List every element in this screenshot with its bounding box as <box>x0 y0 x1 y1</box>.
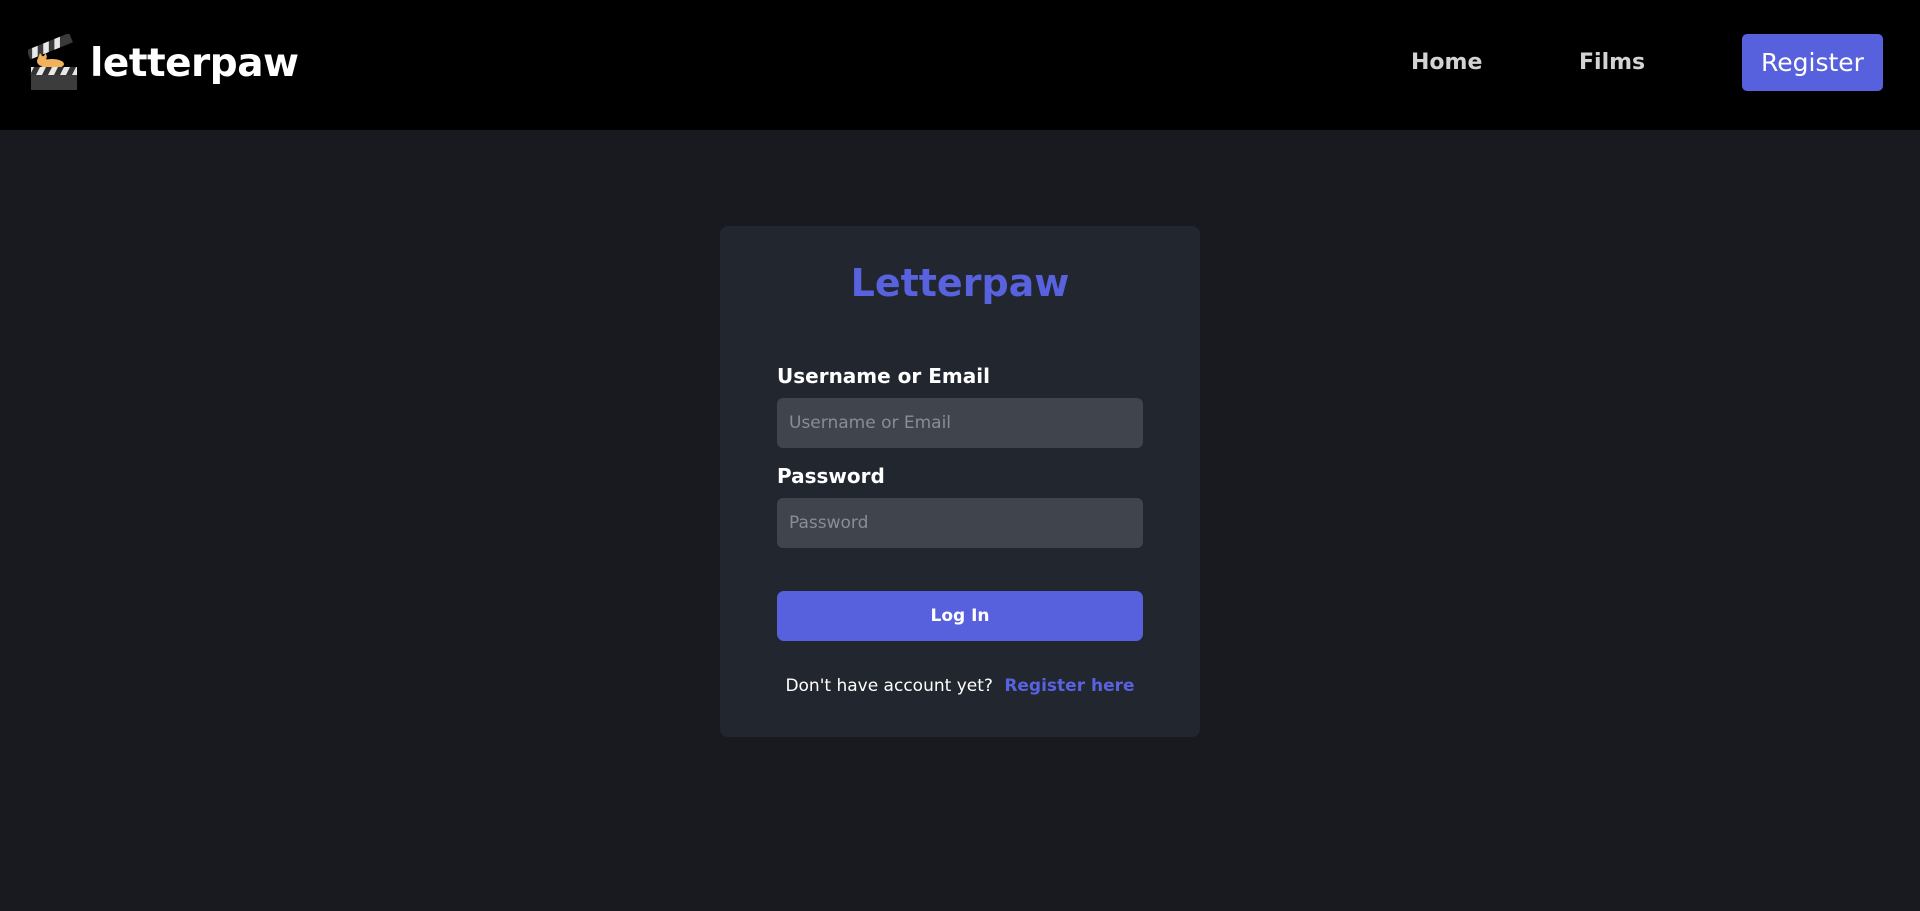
password-label: Password <box>777 464 885 488</box>
register-prompt-text: Don't have account yet? <box>785 676 993 696</box>
login-title: Letterpaw <box>850 261 1070 305</box>
login-card: Letterpaw Username or Email Password Log… <box>720 226 1200 737</box>
username-label: Username or Email <box>777 364 990 388</box>
username-input[interactable] <box>777 398 1143 448</box>
register-button[interactable]: Register <box>1742 34 1883 91</box>
register-here-link[interactable]: Register here <box>1004 676 1134 696</box>
brand[interactable]: letterpaw <box>28 32 299 94</box>
clapperboard-cat-icon <box>28 34 80 92</box>
nav-films-link[interactable]: Films <box>1579 48 1645 78</box>
nav-home-link[interactable]: Home <box>1411 48 1482 78</box>
login-button[interactable]: Log In <box>777 591 1143 641</box>
register-prompt: Don't have account yet? Register here <box>720 674 1200 698</box>
password-input[interactable] <box>777 498 1143 548</box>
brand-name: letterpaw <box>90 40 299 86</box>
top-navbar: letterpaw Home Films Register <box>0 0 1920 130</box>
